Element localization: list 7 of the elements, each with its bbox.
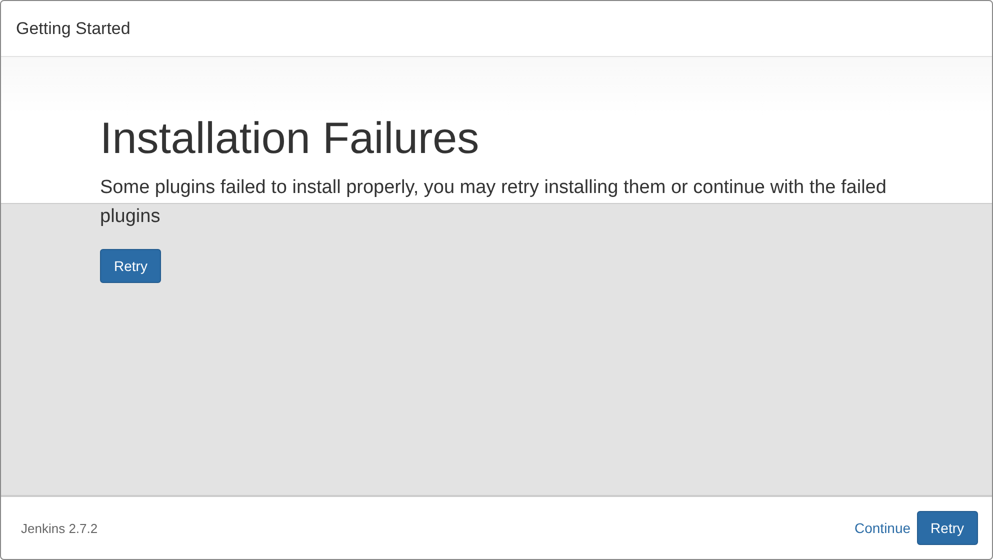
page-heading: Installation Failures (100, 113, 480, 165)
continue-link[interactable]: Continue (854, 520, 911, 536)
window-title: Getting Started (16, 18, 130, 38)
failure-message: Some plugins failed to install properly, you may retry installing them or continue with the failed plugins (100, 176, 888, 229)
retry-button[interactable]: Retry (100, 249, 162, 283)
retry-button[interactable]: Retry (916, 511, 978, 545)
version-label: Jenkins 2.7.2 (21, 520, 98, 536)
